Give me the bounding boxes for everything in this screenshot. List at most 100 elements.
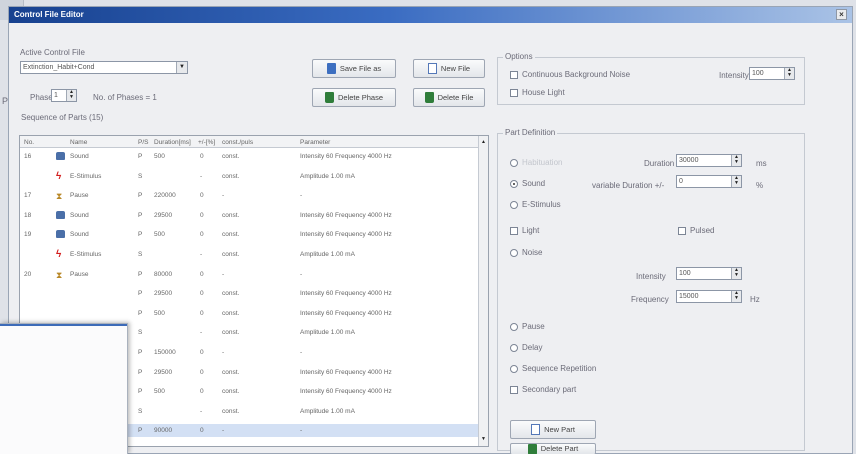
table-scrollbar[interactable]: ▲ ▼ <box>478 136 488 446</box>
chevron-down-icon[interactable]: ▼ <box>176 62 187 73</box>
background-window <box>0 323 128 454</box>
secondary-part-checkbox[interactable]: Secondary part <box>510 385 576 394</box>
part-intensity-stepper[interactable]: 100 ▲ ▼ <box>676 267 742 280</box>
delete-part-button[interactable]: Delete Part <box>510 443 596 454</box>
col-header-name[interactable]: Name <box>70 139 87 146</box>
hourglass-icon: ⧗ <box>56 269 63 280</box>
new-file-button[interactable]: New File <box>413 59 485 78</box>
radio-dot[interactable] <box>510 364 518 373</box>
phase-value: 1 <box>54 92 58 99</box>
part-intensity-label: Intensity <box>636 272 666 281</box>
cell-const-puls: const. <box>222 407 240 415</box>
radio-dot[interactable] <box>510 200 518 209</box>
col-header-duration[interactable]: Duration[ms] <box>154 139 191 146</box>
radio-dot[interactable] <box>510 322 518 331</box>
cell-const-puls: - <box>222 192 225 200</box>
lightning-icon: ϟ <box>56 170 62 182</box>
cell-parameter: Amplitude 1.00 mA <box>300 407 355 415</box>
cell-variance: 0 <box>200 192 204 200</box>
sound-radio[interactable]: Sound <box>510 179 545 188</box>
col-header-const-puls[interactable]: const./puls <box>222 139 253 146</box>
cell-duration: 220000 <box>154 192 176 200</box>
scroll-down-icon[interactable]: ▼ <box>480 435 487 444</box>
variable-duration-label: variable Duration +/- <box>592 181 665 190</box>
col-header-variance[interactable]: +/-[%] <box>198 139 215 146</box>
cell-parameter: Intensity 60 Frequency 4000 Hz <box>300 211 392 219</box>
delete-phase-button[interactable]: Delete Phase <box>312 88 396 107</box>
cell-ps: P <box>138 231 143 239</box>
checkbox-box[interactable] <box>678 226 686 235</box>
trash-icon <box>424 92 434 103</box>
continuous-noise-checkbox[interactable]: Continuous Background Noise <box>510 70 630 79</box>
pause-radio[interactable]: Pause <box>510 322 545 331</box>
table-row[interactable]: 17 Pause P 220000 0 - - ⧗ <box>20 189 479 202</box>
options-intensity-stepper[interactable]: 100 ▲ ▼ <box>749 67 795 80</box>
part-intensity-value: 100 <box>679 270 691 277</box>
pulsed-label: Pulsed <box>690 226 715 235</box>
habituation-radio: Habituation <box>510 158 562 167</box>
cell-duration: 80000 <box>154 270 173 278</box>
sequence-repetition-radio[interactable]: Sequence Repetition <box>510 364 596 373</box>
delete-part-label: Delete Part <box>540 444 579 453</box>
title-bar[interactable]: Control File Editor × <box>9 7 852 23</box>
variable-duration-stepper[interactable]: 0 ▲ ▼ <box>676 175 742 188</box>
cell-name: Sound <box>70 153 89 160</box>
table-row[interactable]: E-Stimulus S - const. Amplitude 1.00 mA ϟ <box>20 248 479 261</box>
estimulus-radio[interactable]: E-Stimulus <box>510 200 561 209</box>
cell-name: Sound <box>70 231 89 239</box>
table-row[interactable]: E-Stimulus S - const. Amplitude 1.00 mA ϟ <box>20 170 479 183</box>
stepper-arrows-icon[interactable]: ▲ ▼ <box>731 268 741 279</box>
cell-ps: P <box>138 388 143 396</box>
table-row[interactable]: P 500 0 const. Intensity 60 Frequency 4000 H… <box>20 307 479 320</box>
delay-label: Delay <box>522 343 543 352</box>
trash-icon <box>527 444 537 454</box>
active-file-select[interactable]: Extinction_Habit+Cond ▼ <box>20 61 188 74</box>
checkbox-box[interactable] <box>510 385 518 394</box>
stepper-arrows-icon[interactable]: ▲ ▼ <box>731 155 741 166</box>
variable-duration-value: 0 <box>679 178 683 185</box>
frequency-stepper[interactable]: 15000 ▲ ▼ <box>676 290 742 303</box>
radio-dot[interactable] <box>510 343 518 352</box>
cell-variance: 0 <box>200 290 204 298</box>
duration-stepper[interactable]: 30000 ▲ ▼ <box>676 154 742 167</box>
table-row[interactable]: 19 Sound P 500 0 const. Intensity 60 Frequency… <box>20 228 479 241</box>
stepper-arrows-icon[interactable]: ▲ ▼ <box>731 291 741 302</box>
new-part-button[interactable]: New Part <box>510 420 596 439</box>
hourglass-icon: ⧗ <box>56 191 63 202</box>
table-row[interactable]: 18 Sound P 29500 0 const. Intensity 60 Frequen… <box>20 209 479 222</box>
save-file-as-button[interactable]: Save File as <box>312 59 396 78</box>
background-window-titlebar <box>0 324 127 326</box>
house-light-label: House Light <box>522 88 565 97</box>
checkbox-box[interactable] <box>510 226 518 235</box>
pulsed-checkbox[interactable]: Pulsed <box>678 226 714 235</box>
cell-ps: S <box>138 172 143 180</box>
table-row[interactable]: 16 Sound P 500 0 const. Intensity 60 Frequency… <box>20 150 479 163</box>
col-header-parameter[interactable]: Parameter <box>300 139 330 146</box>
stepper-arrows-icon[interactable]: ▲ ▼ <box>784 68 794 79</box>
noise-radio[interactable]: Noise <box>510 248 542 257</box>
cell-const-puls: const. <box>222 153 240 160</box>
table-row[interactable]: P 29500 0 const. Intensity 60 Frequency 4000… <box>20 287 479 300</box>
radio-dot[interactable] <box>510 248 518 257</box>
close-button[interactable]: × <box>836 9 847 20</box>
stepper-arrows-icon[interactable]: ▲ ▼ <box>66 90 76 101</box>
cell-ps: P <box>138 211 143 219</box>
light-checkbox[interactable]: Light <box>510 226 539 235</box>
col-header-no[interactable]: No. <box>24 139 34 146</box>
delay-radio[interactable]: Delay <box>510 343 542 352</box>
phase-stepper[interactable]: 1 ▲ ▼ <box>51 89 77 102</box>
cell-name: Pause <box>70 192 89 200</box>
delete-file-button[interactable]: Delete File <box>413 88 485 107</box>
checkbox-box[interactable] <box>510 70 518 79</box>
delete-phase-label: Delete Phase <box>337 93 384 102</box>
cell-parameter: Intensity 60 Frequency 4000 Hz <box>300 231 392 239</box>
table-row[interactable]: 20 Pause P 80000 0 - - ⧗ <box>20 268 479 281</box>
options-intensity-label: Intensity <box>719 71 749 80</box>
estimulus-label: E-Stimulus <box>522 200 561 209</box>
scroll-up-icon[interactable]: ▲ <box>480 138 487 147</box>
radio-dot[interactable] <box>510 179 518 188</box>
checkbox-box[interactable] <box>510 88 518 97</box>
col-header-ps[interactable]: P/S <box>138 139 148 146</box>
stepper-arrows-icon[interactable]: ▲ ▼ <box>731 176 741 187</box>
house-light-checkbox[interactable]: House Light <box>510 88 565 97</box>
